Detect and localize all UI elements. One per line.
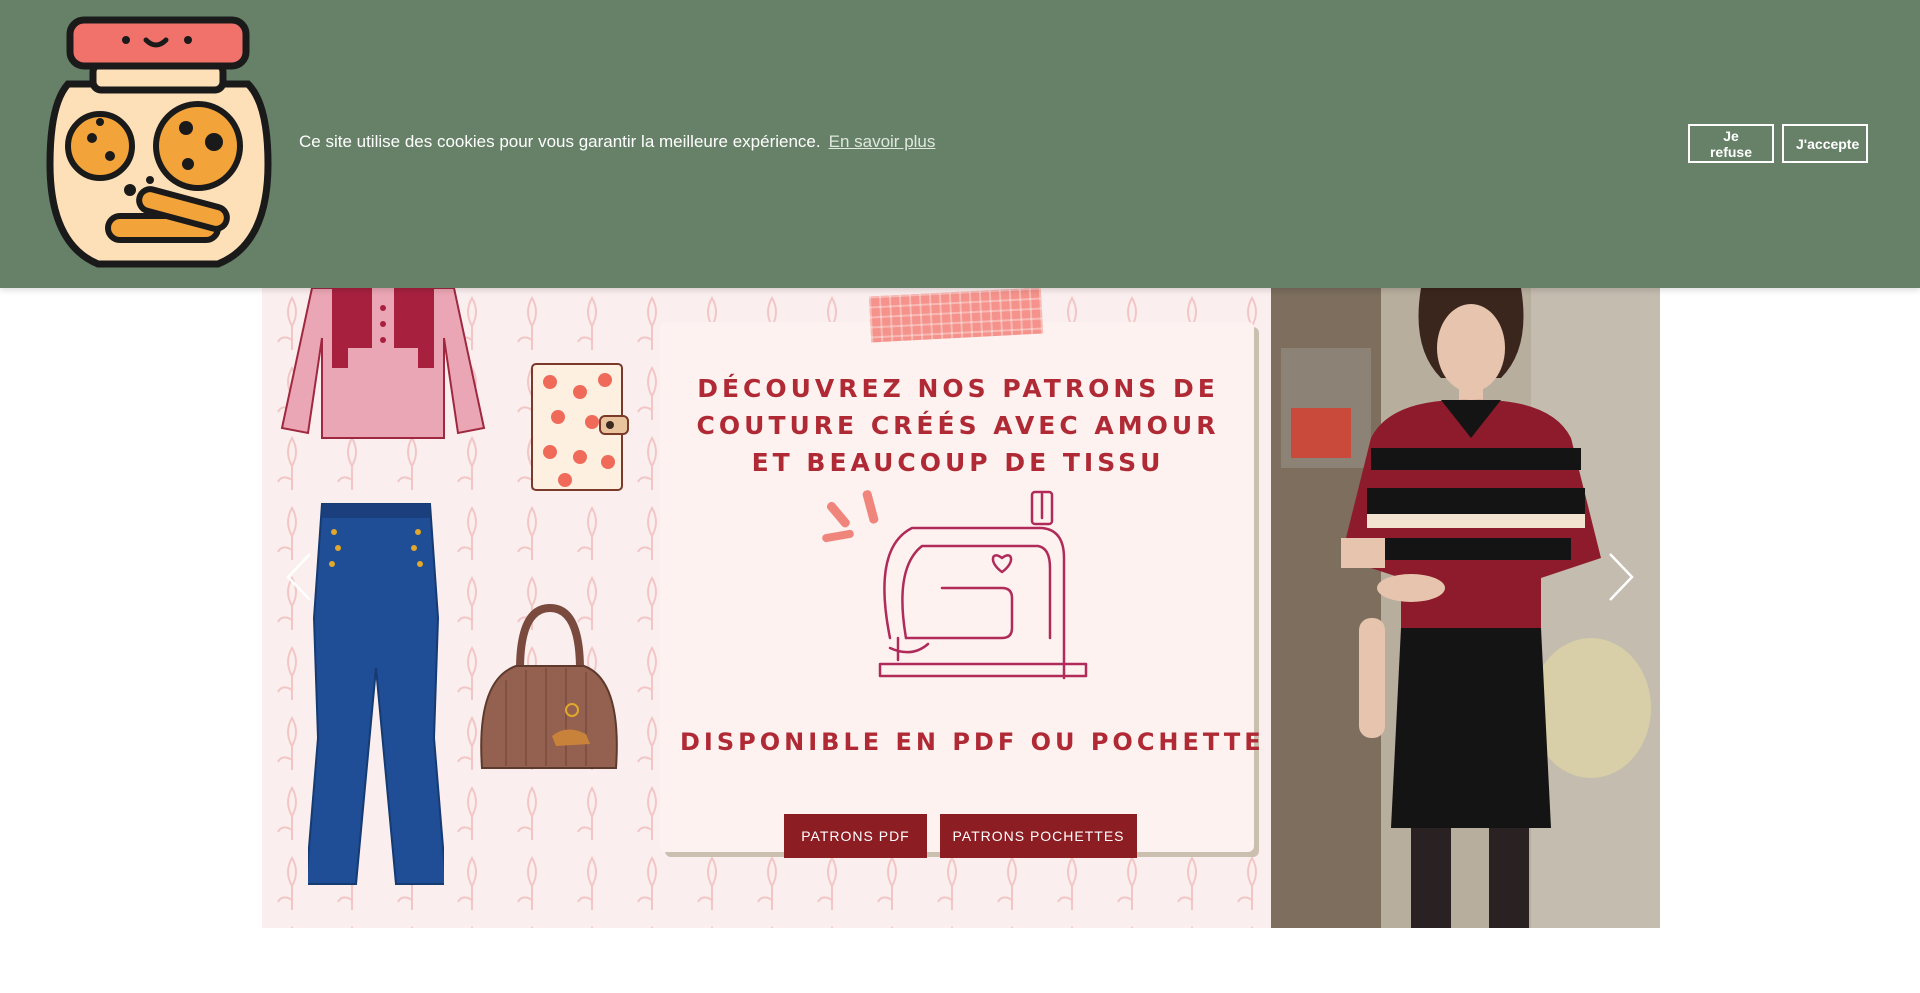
learn-more-link[interactable]: En savoir plus	[829, 132, 936, 152]
accept-cookies-button[interactable]: J'accepte	[1782, 124, 1868, 163]
pdf-patterns-button[interactable]: PATRONS PDF	[784, 814, 927, 858]
chevron-left-icon[interactable]	[284, 550, 314, 604]
notebook-illustration	[531, 363, 629, 491]
chevron-right-icon[interactable]	[1606, 550, 1636, 604]
model-photo	[1271, 288, 1660, 928]
hero-subline: DISPONIBLE EN PDF OU POCHETTE	[680, 728, 1265, 756]
cookie-banner: Ce site utilise des cookies pour vous ga…	[0, 0, 1920, 288]
hero-headline: DÉCOUVREZ NOS PATRONS DE COUTURE CRÉÉS A…	[696, 374, 1220, 477]
pochette-patterns-button[interactable]: PATRONS POCHETTES	[940, 814, 1137, 858]
cookie-message: Ce site utilise des cookies pour vous ga…	[299, 132, 935, 152]
jeans-illustration	[308, 503, 444, 885]
cookie-jar-icon	[46, 16, 272, 268]
washi-tape-decoration	[868, 288, 1044, 343]
sweater-illustration	[280, 288, 486, 439]
sewing-machine-icon	[822, 490, 1088, 680]
cookie-message-text: Ce site utilise des cookies pour vous ga…	[299, 132, 821, 151]
hero-slider: DÉCOUVREZ NOS PATRONS DE COUTURE CRÉÉS A…	[262, 288, 1660, 928]
refuse-cookies-button[interactable]: Je refuse	[1688, 124, 1774, 163]
handbag-illustration	[480, 603, 618, 769]
